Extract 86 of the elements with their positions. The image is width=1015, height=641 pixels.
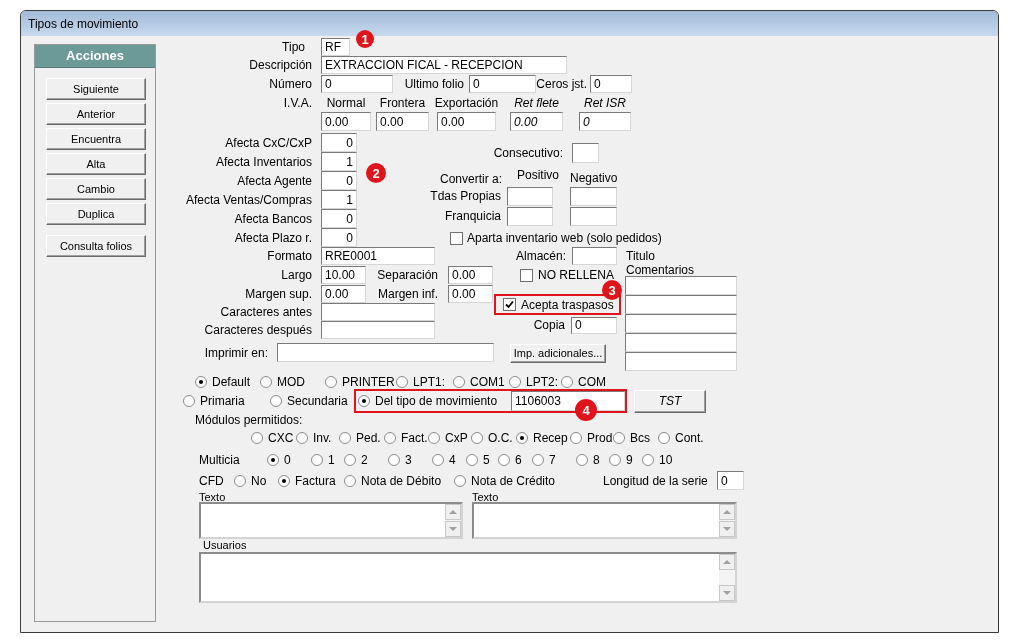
- field-label: Afecta Agente: [237, 173, 312, 188]
- field-label: Longitud de la serie: [603, 473, 708, 488]
- radio-label: 7: [549, 453, 556, 467]
- radio-label: 6: [515, 453, 522, 467]
- field-label: Multicia: [199, 453, 240, 467]
- field-label: Consecutivo:: [493, 146, 563, 160]
- column-header: Frontera: [379, 96, 426, 110]
- field-label: CFD: [199, 473, 224, 488]
- field-label: Afecta Ventas/Compras: [185, 192, 312, 207]
- field-label: Caracteres después: [204, 323, 312, 337]
- radio-label: Primaria: [200, 394, 245, 408]
- field-label: Convertir a:: [439, 172, 502, 186]
- field-label: Usuarios: [203, 539, 247, 552]
- radio-label: 8: [593, 453, 600, 467]
- radio-label: Nota de Débito: [361, 473, 442, 488]
- field-label: Texto: [199, 491, 226, 503]
- radio-label: Secundaria: [287, 394, 348, 408]
- panel-title: Acciones: [66, 48, 124, 64]
- radio-label: CxP: [445, 431, 468, 445]
- radio-label: 5: [483, 453, 490, 467]
- field-label: Caracteres antes: [220, 305, 312, 319]
- field-label: Afecta CxC/CxP: [225, 135, 312, 150]
- field-label: Franquicia: [444, 209, 501, 223]
- radio-label: LPT2:: [526, 375, 558, 389]
- checkbox-label: NO RELLENA: [538, 268, 615, 282]
- radio-label: No: [251, 473, 267, 488]
- radio-label: O.C.: [488, 431, 513, 445]
- radio-label: 10: [659, 453, 673, 467]
- callout-number: 4: [575, 399, 597, 421]
- radio-label: LPT1:: [413, 375, 445, 389]
- field-label: Separación: [377, 267, 438, 282]
- column-header: Ret flete: [514, 96, 559, 110]
- field-label: Descripción: [249, 58, 312, 72]
- radio-label: 2: [361, 453, 368, 467]
- radio-label: 1: [328, 453, 335, 467]
- field-label: Comentarios: [626, 263, 695, 277]
- radio-label: 3: [405, 453, 412, 467]
- radio-label: 9: [626, 453, 633, 467]
- radio-label: 4: [449, 453, 456, 467]
- window-title: Tipos de movimiento: [28, 16, 139, 31]
- radio-label: Bcs: [630, 431, 650, 445]
- callout-number: 2: [366, 163, 386, 183]
- radio-label: Del tipo de movimiento: [375, 394, 498, 408]
- column-header: Negativo: [570, 171, 618, 185]
- radio-label: Nota de Crédito: [471, 473, 556, 488]
- field-label: Formato: [267, 248, 312, 263]
- field-label: Copia: [533, 318, 565, 332]
- radio-label: Default: [212, 375, 251, 389]
- field-label: Imprimir en:: [204, 345, 268, 360]
- field-label: Afecta Inventarios: [215, 154, 312, 169]
- field-label: Ceros jst.: [536, 76, 587, 91]
- radio-label: Factura: [295, 473, 336, 488]
- field-label: I.V.A.: [283, 96, 312, 110]
- radio-label: CXC: [268, 431, 294, 445]
- radio-label: Cont.: [675, 431, 704, 445]
- field-label: Margen sup.: [245, 286, 312, 301]
- radio-label: Ped.: [356, 431, 381, 445]
- field-label: Número: [269, 76, 312, 91]
- column-header: Positivo: [517, 168, 560, 182]
- radio-label: Fact.: [401, 431, 428, 445]
- column-header: Ret ISR: [584, 96, 626, 110]
- field-label: Ultimo folio: [404, 76, 464, 91]
- radio-label: Inv.: [313, 431, 332, 445]
- field-label: Módulos permitidos:: [195, 413, 303, 427]
- radio-label: COM1: [470, 375, 505, 389]
- radio-label: PRINTER: [342, 375, 395, 389]
- column-header: Exportación: [434, 96, 499, 110]
- field-label: Afecta Plazo r.: [234, 230, 312, 245]
- field-label: Titulo: [626, 249, 655, 263]
- radio-label: MOD: [277, 375, 305, 389]
- field-label: Texto: [472, 491, 499, 503]
- checkbox-label: Acepta traspasos: [521, 297, 614, 312]
- field-label: Almacén:: [515, 248, 566, 263]
- radio-label: Recep: [533, 431, 568, 445]
- field-label: Largo: [281, 267, 312, 282]
- checkbox-label: Aparta inventario web (solo pedidos): [467, 231, 662, 245]
- radio-label: 0: [284, 453, 291, 467]
- field-label: Tipo: [282, 39, 305, 54]
- callout-number: 1: [356, 30, 374, 48]
- field-label: Afecta Bancos: [234, 211, 312, 226]
- callout-number: 3: [602, 280, 622, 300]
- field-label: Margen inf.: [377, 286, 438, 301]
- field-label: Tdas Propias: [430, 189, 501, 203]
- radio-label: Prod: [587, 431, 613, 445]
- column-header: Normal: [326, 96, 366, 110]
- radio-label: COM: [578, 375, 606, 389]
